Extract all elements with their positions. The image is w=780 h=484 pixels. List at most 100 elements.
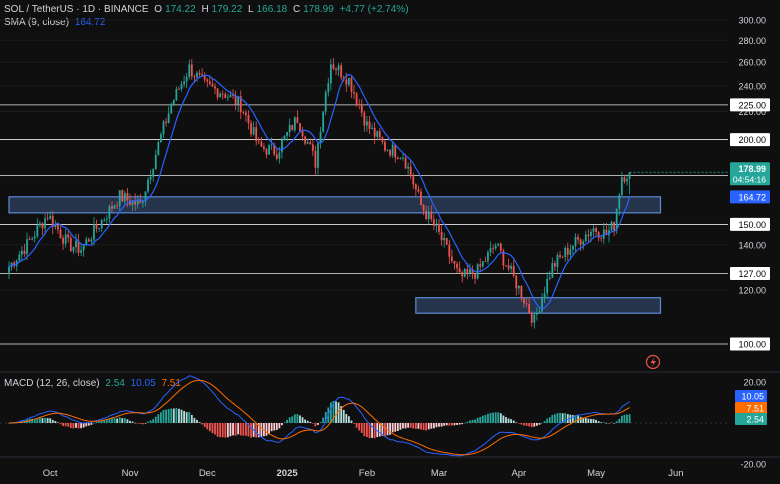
macd-hist-bar-72 bbox=[193, 417, 196, 423]
macd-hist-bar-46 bbox=[126, 419, 129, 423]
macd-hist-bar-94 bbox=[250, 423, 252, 438]
candle-127 bbox=[335, 67, 337, 76]
candle-body bbox=[278, 152, 281, 159]
candle-5 bbox=[20, 246, 23, 262]
macd-hist-bar-137 bbox=[360, 423, 363, 433]
macd-hist-bar-125 bbox=[329, 402, 332, 423]
macd-hist-bar-45 bbox=[123, 418, 126, 423]
candle-body bbox=[172, 100, 175, 105]
y-tick-3: 240.00 bbox=[738, 81, 766, 91]
candle-121 bbox=[319, 127, 322, 149]
macd-hist-bar-209 bbox=[546, 418, 549, 423]
macd-hist-bar-13 bbox=[41, 418, 44, 423]
candle-149 bbox=[391, 141, 394, 159]
candle-body bbox=[481, 261, 484, 267]
candle-34 bbox=[95, 219, 98, 233]
candle-body bbox=[533, 314, 536, 323]
candle-60 bbox=[162, 119, 165, 138]
candle-body bbox=[396, 157, 399, 159]
macd-hist-bar-194 bbox=[507, 418, 510, 423]
signal-line bbox=[8, 379, 630, 456]
macd-hist-bar-73 bbox=[196, 419, 198, 423]
macd-hist-bar-152 bbox=[399, 423, 402, 430]
candle-133 bbox=[350, 75, 353, 99]
macd-hist-bar-27 bbox=[77, 423, 80, 429]
candle-body bbox=[281, 139, 283, 153]
candle-177 bbox=[463, 268, 466, 278]
candle-56 bbox=[152, 168, 155, 182]
candle-body bbox=[443, 237, 446, 241]
candle-body bbox=[489, 247, 492, 253]
candle-body bbox=[142, 201, 144, 204]
macd-hist-bar-24 bbox=[69, 423, 72, 429]
macd-hist-bar-69 bbox=[185, 412, 188, 423]
macd-hist-bar-176 bbox=[461, 423, 464, 425]
candle-172 bbox=[451, 249, 453, 263]
candle-78 bbox=[208, 76, 211, 86]
macd-hist-bar-32 bbox=[90, 423, 93, 425]
macd-hist-bar-82 bbox=[219, 423, 222, 438]
candle-body bbox=[453, 261, 456, 264]
candle-body bbox=[36, 225, 39, 237]
macd-hist-bar-121 bbox=[319, 422, 322, 423]
candle-214 bbox=[559, 250, 561, 259]
candle-25 bbox=[72, 246, 75, 255]
candle-body bbox=[559, 255, 561, 257]
candle-body bbox=[82, 244, 85, 251]
macd-hist-bar-51 bbox=[139, 423, 142, 424]
macd-hist-bar-53 bbox=[144, 423, 147, 424]
candle-body bbox=[95, 224, 98, 229]
candle-body bbox=[590, 231, 592, 237]
candle-body bbox=[157, 142, 160, 155]
candle-body bbox=[167, 113, 170, 123]
candle-body bbox=[206, 79, 209, 82]
candle-body bbox=[574, 236, 577, 246]
macd-hist-bar-239 bbox=[623, 414, 626, 423]
candle-210 bbox=[548, 271, 551, 281]
candle-body bbox=[350, 77, 353, 92]
candle-body bbox=[368, 121, 371, 129]
macd-hist-bar-184 bbox=[481, 415, 484, 423]
candle-body bbox=[535, 312, 538, 315]
macd-hist-bar-62 bbox=[167, 409, 170, 423]
macd-hist-bar-172 bbox=[451, 423, 453, 426]
candle-190 bbox=[497, 242, 500, 247]
macd-hist-bar-84 bbox=[224, 423, 227, 438]
candle-body bbox=[404, 157, 407, 169]
macd-hist-bar-18 bbox=[54, 421, 57, 423]
macd-hist-bar-50 bbox=[136, 423, 139, 424]
candle-24 bbox=[69, 235, 72, 252]
candle-123 bbox=[324, 89, 327, 116]
candle-119 bbox=[314, 145, 317, 175]
candle-body bbox=[46, 218, 49, 220]
macd-hist-bar-190 bbox=[497, 412, 500, 423]
candle-body bbox=[111, 206, 113, 209]
candle-174 bbox=[456, 261, 458, 274]
macd-hist-bar-175 bbox=[458, 423, 461, 425]
candle-body bbox=[136, 200, 139, 205]
candle-146 bbox=[384, 139, 386, 153]
macd-hist-bar-153 bbox=[402, 423, 404, 429]
price-chart[interactable]: 300.00280.00260.00240.00220.00200.00177.… bbox=[0, 0, 780, 484]
candle-body bbox=[561, 256, 564, 258]
candle-body bbox=[234, 95, 237, 105]
macd-hist-bar-211 bbox=[551, 415, 554, 423]
candle-211 bbox=[551, 257, 554, 278]
candle-8 bbox=[28, 236, 31, 241]
candle-body bbox=[103, 219, 106, 221]
macd-hist-bar-64 bbox=[172, 408, 175, 423]
macd-hist-bar-103 bbox=[273, 423, 276, 431]
macd-hist-bar-132 bbox=[348, 416, 350, 423]
candle-body bbox=[196, 72, 198, 78]
candle-114 bbox=[301, 126, 304, 142]
candle-160 bbox=[420, 188, 422, 206]
candle-body bbox=[211, 83, 214, 87]
candle-36 bbox=[100, 218, 103, 232]
macd-tag-2: 2.54 bbox=[746, 415, 764, 425]
candle-221 bbox=[577, 233, 579, 244]
macd-hist-bar-185 bbox=[484, 415, 487, 423]
macd-hist-bar-198 bbox=[517, 423, 520, 424]
candle-body bbox=[363, 112, 366, 126]
candle-body bbox=[337, 65, 340, 71]
candle-28 bbox=[80, 243, 82, 257]
